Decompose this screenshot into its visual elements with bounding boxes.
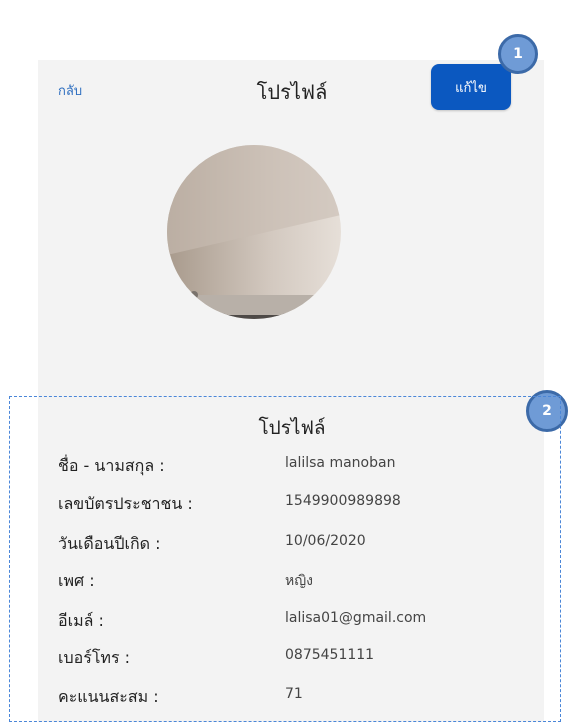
field-label-email: อีเมล์ : bbox=[58, 611, 104, 630]
field-value-email: lalisa01@gmail.com bbox=[285, 610, 427, 626]
field-value-id-card: 1549900989898 bbox=[285, 493, 401, 509]
annotation-badge-1: 1 bbox=[498, 34, 538, 74]
field-value-name: lalilsa manoban bbox=[285, 455, 396, 471]
field-value-birthdate: 10/06/2020 bbox=[285, 533, 366, 549]
field-label-name: ชื่อ - นามสกุล : bbox=[58, 456, 165, 475]
field-label-gender: เพศ : bbox=[58, 571, 95, 590]
profile-info-box bbox=[9, 396, 561, 722]
avatar[interactable] bbox=[167, 145, 341, 381]
field-label-birthdate: วันเดือนปีเกิด : bbox=[58, 534, 161, 553]
field-label-points: คะแนนสะสม : bbox=[58, 687, 159, 706]
field-value-points: 71 bbox=[285, 686, 303, 702]
field-label-phone: เบอร์โทร : bbox=[58, 648, 131, 667]
field-value-gender: หญิง bbox=[285, 573, 313, 589]
field-label-id-card: เลขบัตรประชาชน : bbox=[58, 494, 193, 513]
field-value-phone: 0875451111 bbox=[285, 647, 375, 663]
edit-button[interactable]: แก้ไข bbox=[431, 64, 511, 110]
profile-section-title: โปรไฟล์ bbox=[258, 417, 326, 439]
